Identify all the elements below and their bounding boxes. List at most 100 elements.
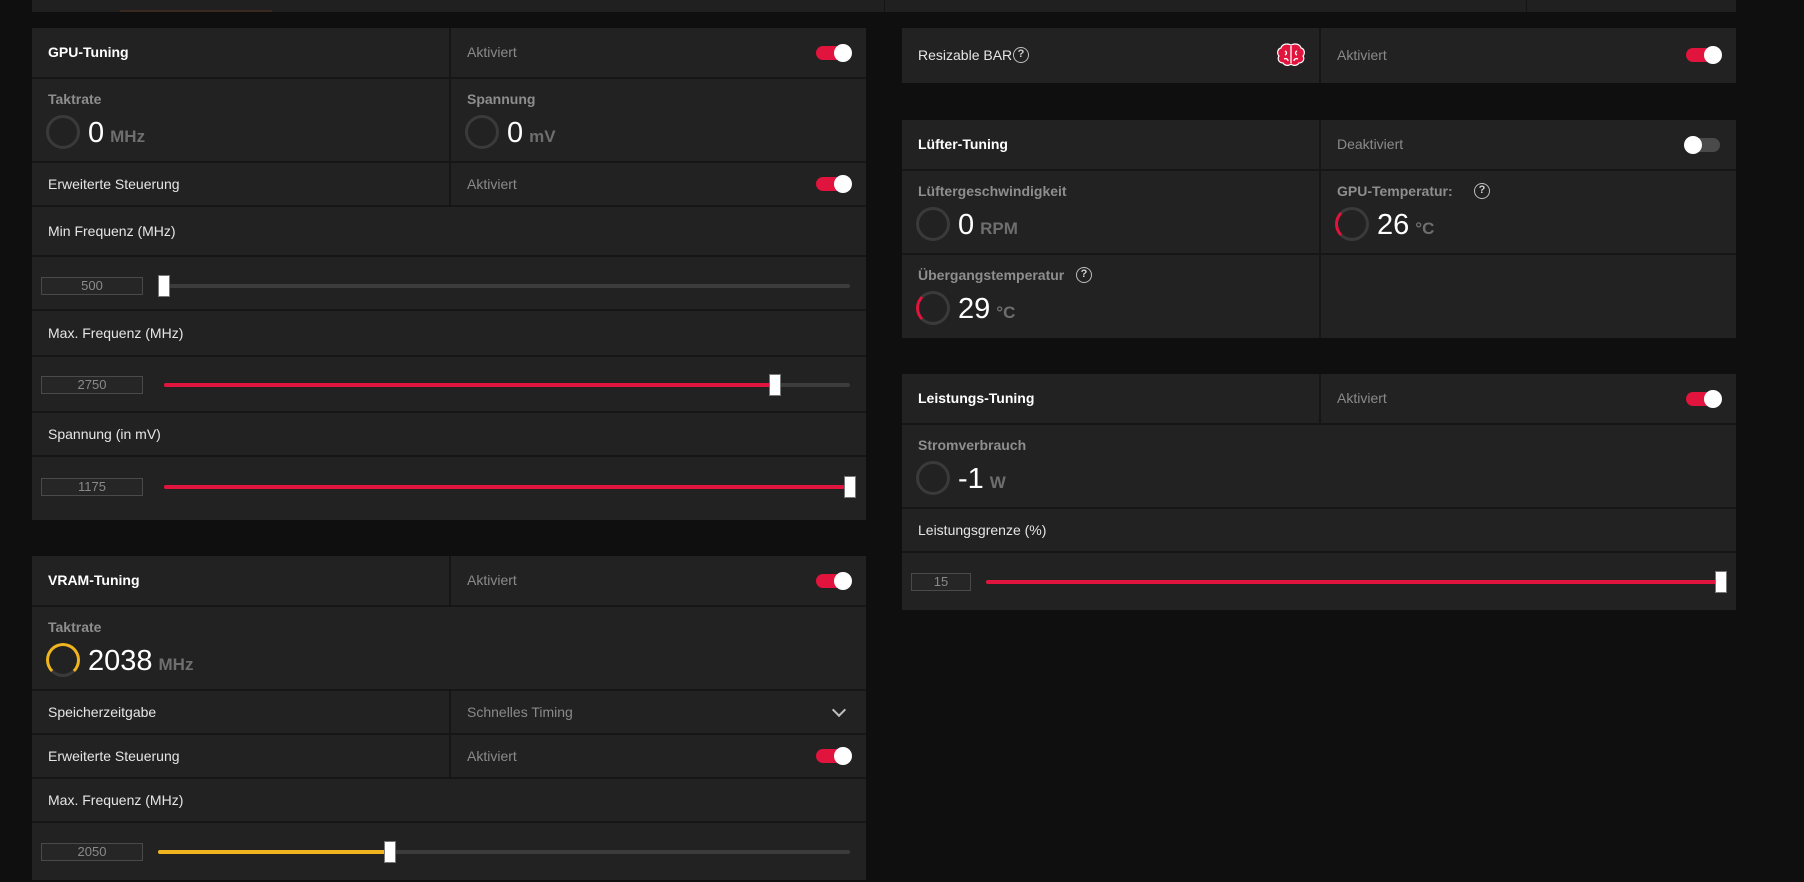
brain-icon bbox=[1277, 43, 1305, 66]
chevron-down-icon bbox=[831, 702, 847, 718]
gpu-tuning-title: GPU-Tuning bbox=[48, 44, 129, 60]
gpu-min-freq-label-row: Min Frequenz (MHz) bbox=[32, 207, 866, 257]
junction-temp-unit: °C bbox=[996, 303, 1016, 322]
empty-cell bbox=[1319, 255, 1736, 338]
gpu-voltage-slider[interactable] bbox=[164, 476, 856, 498]
fan-metrics-row: Lüftergeschwindigkeit 0 RPM GPU-Temperatu… bbox=[902, 171, 1736, 255]
gpu-voltage-value: 0 bbox=[507, 117, 524, 149]
gpu-temp-label: GPU-Temperatur: bbox=[1337, 183, 1453, 199]
tab-divider bbox=[1526, 0, 1527, 12]
vram-tuning-state: Aktiviert bbox=[467, 572, 517, 588]
memory-timing-value: Schnelles Timing bbox=[467, 704, 573, 720]
gpu-clock-unit: MHz bbox=[110, 127, 146, 146]
vram-clock-value: 2038 bbox=[88, 645, 153, 677]
gpu-metrics-row: Taktrate 0 MHz Spannung 0 mV bbox=[32, 79, 866, 163]
help-icon[interactable]: ? bbox=[1474, 183, 1490, 199]
help-icon[interactable]: ? bbox=[1076, 267, 1092, 283]
resizable-bar-state: Aktiviert bbox=[1337, 47, 1387, 63]
gpu-voltage-slider-thumb[interactable] bbox=[844, 476, 856, 498]
power-draw-gauge-icon bbox=[916, 461, 950, 495]
power-limit-label: Leistungsgrenze (%) bbox=[918, 522, 1047, 538]
power-limit-slider-thumb[interactable] bbox=[1715, 571, 1727, 593]
gpu-min-freq-input[interactable]: 500 bbox=[41, 277, 143, 295]
gpu-temp-gauge-icon bbox=[1335, 207, 1369, 241]
gpu-advanced-state: Aktiviert bbox=[467, 176, 517, 192]
gpu-voltage-input[interactable]: 1175 bbox=[41, 478, 143, 496]
power-tuning-title: Leistungs-Tuning bbox=[918, 390, 1035, 406]
gpu-min-freq-slider[interactable] bbox=[158, 275, 850, 297]
fan-tuning-toggle[interactable] bbox=[1684, 136, 1720, 154]
fan-speed-gauge-icon bbox=[916, 207, 950, 241]
power-draw-unit: W bbox=[989, 473, 1006, 492]
gpu-max-freq-input[interactable]: 2750 bbox=[41, 376, 143, 394]
vram-clock-gauge-icon bbox=[46, 643, 80, 677]
gpu-temp-metric: GPU-Temperatur: ? 26 °C bbox=[1319, 171, 1736, 253]
vram-tuning-header: VRAM-Tuning Aktiviert bbox=[32, 556, 866, 607]
gpu-clock-label: Taktrate bbox=[48, 91, 102, 107]
power-limit-slider[interactable] bbox=[986, 571, 1727, 593]
vram-max-freq-label: Max. Frequenz (MHz) bbox=[48, 792, 184, 808]
vram-clock-label: Taktrate bbox=[48, 619, 102, 635]
junction-temp-value: 29 bbox=[958, 293, 991, 325]
gpu-max-freq-slider-thumb[interactable] bbox=[768, 374, 781, 396]
vram-tuning-panel: VRAM-Tuning Aktiviert Taktrate 2038 MHz S… bbox=[32, 556, 866, 880]
vram-advanced-state: Aktiviert bbox=[467, 748, 517, 764]
junction-temp-metric: Übergangstemperatur ? 29 °C bbox=[902, 255, 1319, 338]
vram-max-freq-label-row: Max. Frequenz (MHz) bbox=[32, 779, 866, 823]
fan-speed-unit: RPM bbox=[980, 219, 1018, 238]
fan-speed-value: 0 bbox=[958, 209, 975, 241]
gpu-min-freq-slider-thumb[interactable] bbox=[158, 275, 170, 297]
gpu-voltage-unit: mV bbox=[529, 127, 556, 146]
vram-max-freq-input[interactable]: 2050 bbox=[41, 843, 143, 861]
vram-tuning-toggle[interactable] bbox=[816, 572, 852, 590]
gpu-temp-value: 26 bbox=[1377, 209, 1410, 241]
vram-clock-metric: Taktrate 2038 MHz bbox=[32, 607, 866, 691]
vram-tuning-title: VRAM-Tuning bbox=[48, 572, 140, 588]
gpu-clock-metric: Taktrate 0 MHz bbox=[32, 79, 449, 161]
fan-speed-metric: Lüftergeschwindigkeit 0 RPM bbox=[902, 171, 1319, 253]
gpu-advanced-label: Erweiterte Steuerung bbox=[48, 176, 180, 192]
memory-timing-dropdown[interactable]: Schnelles Timing bbox=[449, 691, 866, 733]
power-limit-slider-row: 15 bbox=[902, 553, 1736, 610]
resizable-bar-toggle[interactable] bbox=[1686, 46, 1722, 64]
gpu-clock-gauge-icon bbox=[46, 115, 80, 149]
power-tuning-header: Leistungs-Tuning Aktiviert bbox=[902, 374, 1736, 425]
fan-tuning-header: Lüfter-Tuning Deaktiviert bbox=[902, 120, 1736, 171]
power-limit-label-row: Leistungsgrenze (%) bbox=[902, 509, 1736, 553]
vram-max-freq-slider[interactable] bbox=[158, 841, 850, 863]
power-limit-input[interactable]: 15 bbox=[911, 573, 971, 591]
gpu-max-freq-label: Max. Frequenz (MHz) bbox=[48, 325, 184, 341]
gpu-voltage-slider-label-row: Spannung (in mV) bbox=[32, 413, 866, 457]
tab-divider bbox=[884, 0, 885, 12]
power-draw-label: Stromverbrauch bbox=[918, 437, 1027, 453]
resizable-bar-panel: Resizable BAR ? Aktiviert bbox=[902, 28, 1736, 83]
power-tuning-state: Aktiviert bbox=[1337, 390, 1387, 406]
gpu-tuning-state: Aktiviert bbox=[467, 44, 517, 60]
gpu-temp-unit: °C bbox=[1415, 219, 1435, 238]
junction-temp-row: Übergangstemperatur ? 29 °C bbox=[902, 255, 1736, 338]
vram-advanced-toggle[interactable] bbox=[816, 747, 852, 765]
help-icon[interactable]: ? bbox=[1013, 47, 1029, 63]
power-tuning-panel: Leistungs-Tuning Aktiviert Stromverbrauc… bbox=[902, 374, 1736, 610]
power-draw-metric: Stromverbrauch -1 W bbox=[902, 425, 1736, 509]
gpu-voltage-metric: Spannung 0 mV bbox=[449, 79, 866, 161]
vram-advanced-row: Erweiterte Steuerung Aktiviert bbox=[32, 735, 866, 779]
gpu-advanced-toggle[interactable] bbox=[816, 175, 852, 193]
gpu-voltage-gauge-icon bbox=[465, 115, 499, 149]
vram-advanced-label: Erweiterte Steuerung bbox=[48, 748, 180, 764]
gpu-clock-value: 0 bbox=[88, 117, 105, 149]
resizable-bar-label: Resizable BAR bbox=[918, 47, 1013, 63]
fan-tuning-panel: Lüfter-Tuning Deaktiviert Lüftergeschwin… bbox=[902, 120, 1736, 338]
vram-max-freq-slider-thumb[interactable] bbox=[383, 841, 396, 863]
gpu-voltage-label: Spannung bbox=[467, 91, 536, 107]
power-tuning-toggle[interactable] bbox=[1686, 390, 1722, 408]
gpu-min-freq-label: Min Frequenz (MHz) bbox=[48, 223, 176, 239]
fan-speed-label: Lüftergeschwindigkeit bbox=[918, 183, 1067, 199]
power-draw-value: -1 bbox=[958, 463, 984, 495]
junction-temp-gauge-icon bbox=[916, 291, 950, 325]
fan-tuning-title: Lüfter-Tuning bbox=[918, 136, 1008, 152]
top-tab-strip bbox=[32, 0, 1736, 12]
junction-temp-label: Übergangstemperatur bbox=[918, 267, 1065, 283]
gpu-max-freq-slider[interactable] bbox=[164, 374, 850, 396]
gpu-tuning-toggle[interactable] bbox=[816, 44, 852, 62]
